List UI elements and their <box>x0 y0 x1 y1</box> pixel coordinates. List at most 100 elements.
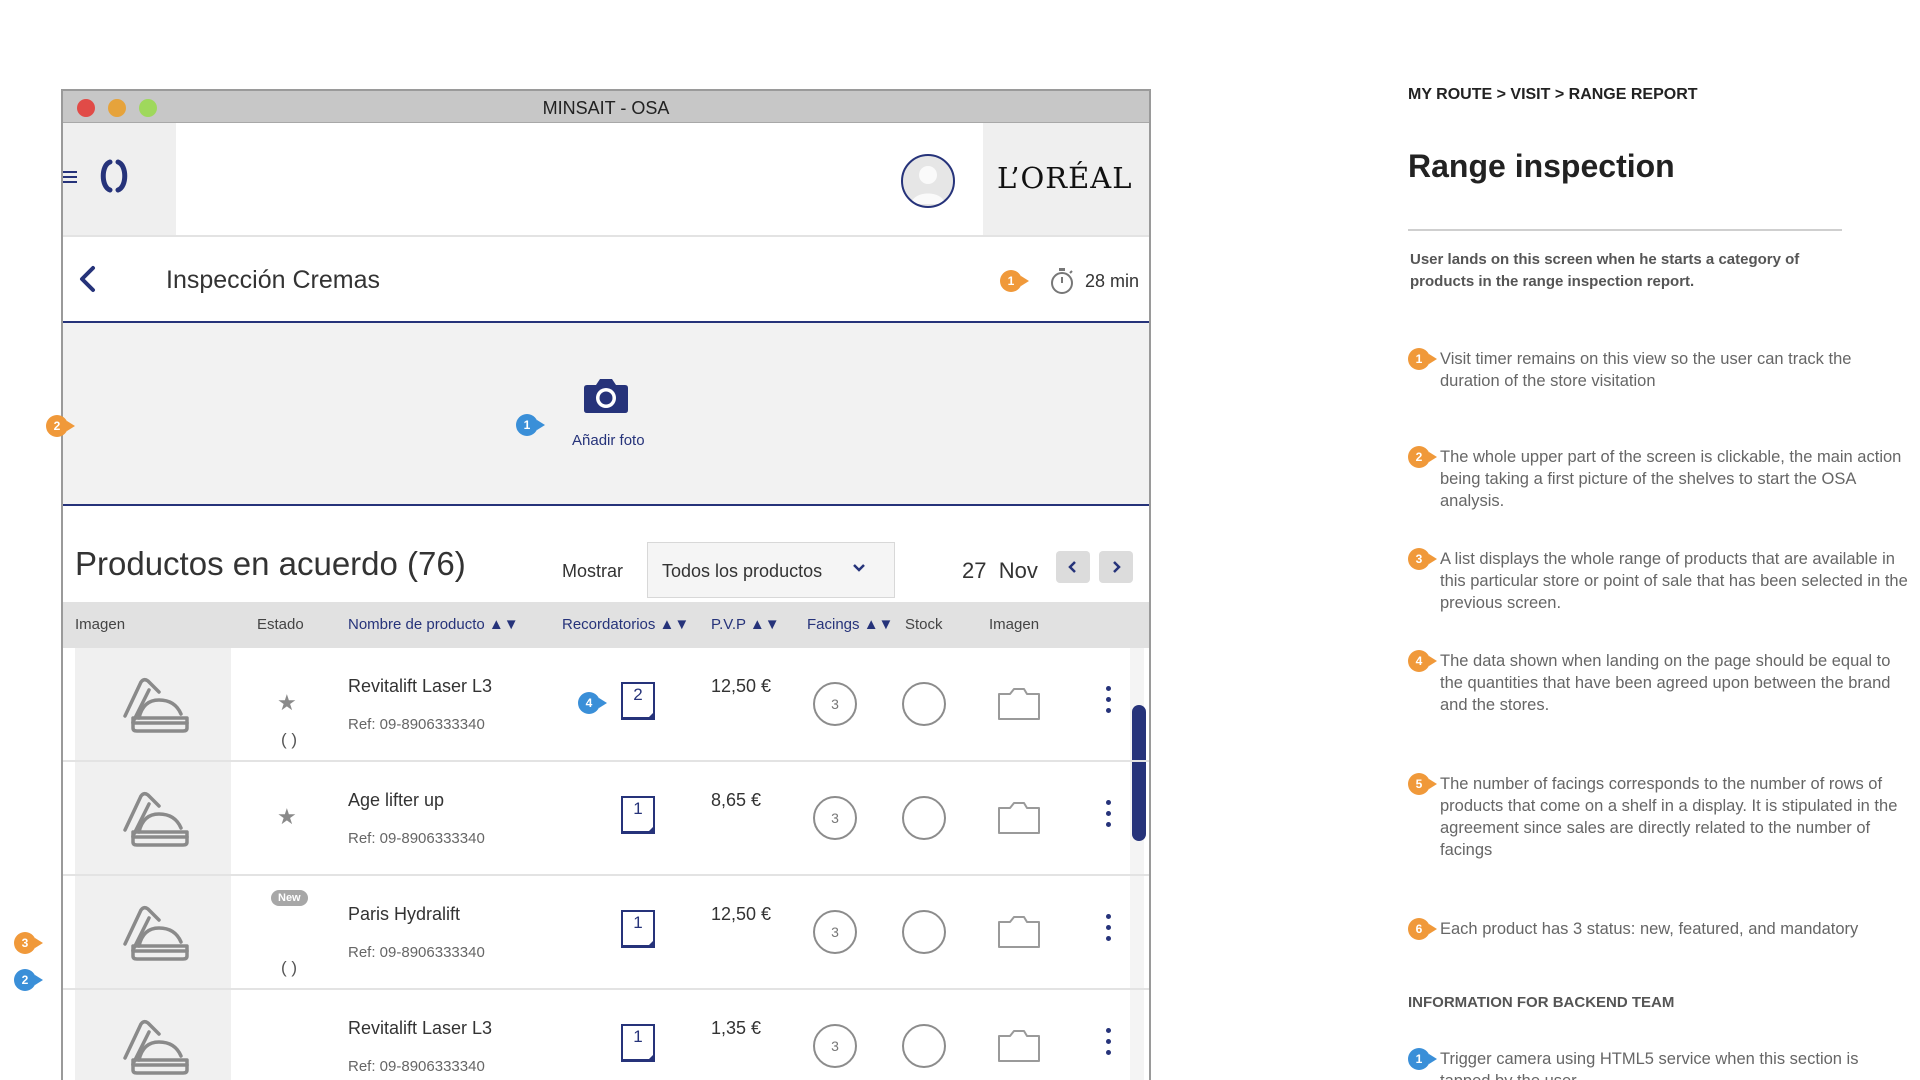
backend-note: 1 Trigger camera using HTML5 service whe… <box>1408 1048 1908 1080</box>
breadcrumb: MY ROUTE > VISIT > RANGE REPORT <box>1408 86 1698 103</box>
annotation-note: 5 The number of facings corresponds to t… <box>1408 773 1908 861</box>
window-title: MINSAIT - OSA <box>542 98 670 118</box>
product-ref: Ref: 09-8906333340 <box>348 1058 485 1075</box>
minsait-logo-icon <box>100 159 128 193</box>
folder-icon[interactable] <box>996 686 1042 722</box>
table-header: Imagen Estado Nombre de producto ▲▼ Reco… <box>63 602 1149 648</box>
column-reminders[interactable]: Recordatorios ▲▼ <box>562 616 689 633</box>
products-list-header: Productos en acuerdo (76) Mostrar Todos … <box>63 506 1149 602</box>
note-marker: 2 <box>1408 446 1437 468</box>
intro-text: User lands on this screen when he starts… <box>1410 251 1800 290</box>
reminder-count[interactable]: 1 <box>621 796 655 834</box>
note-text: The whole upper part of the screen is cl… <box>1440 448 1902 510</box>
brand-panel: L’ORÉAL <box>983 123 1149 235</box>
reminder-count[interactable]: 1 <box>621 1024 655 1062</box>
divider <box>1408 229 1842 231</box>
annotation-marker: 3 <box>14 932 43 954</box>
products-title: Productos en acuerdo (76) <box>75 545 466 582</box>
table-row[interactable]: New ( ) Paris Hydralift Ref: 09-89063333… <box>63 876 1149 990</box>
cream-jar-icon <box>123 791 189 847</box>
previous-date-button[interactable] <box>1056 551 1090 583</box>
table-row[interactable]: Revitalift Laser L3 Ref: 09-8906333340 1… <box>63 990 1149 1080</box>
product-price: 8,65 € <box>711 790 762 810</box>
product-image <box>75 762 231 874</box>
note-text: A list displays the whole range of produ… <box>1440 550 1908 612</box>
facings-count[interactable]: 3 <box>813 910 857 954</box>
annotation-note: 4 The data shown when landing on the pag… <box>1408 650 1908 716</box>
next-date-button[interactable] <box>1099 551 1133 583</box>
product-ref: Ref: 09-8906333340 <box>348 716 485 733</box>
annotation-marker: 2 <box>46 415 75 437</box>
column-price[interactable]: P.V.P ▲▼ <box>711 616 780 633</box>
date-day: 27 <box>962 558 987 583</box>
folder-icon[interactable] <box>996 1028 1042 1064</box>
cream-jar-icon <box>123 905 189 961</box>
annotation-marker: 2 <box>14 969 43 991</box>
app-window: MINSAIT - OSA L’ORÉAL Inspección Cremas … <box>61 89 1151 1080</box>
chevron-down-icon <box>853 564 865 572</box>
column-status: Estado <box>257 616 304 633</box>
window-titlebar: MINSAIT - OSA <box>63 91 1149 123</box>
date-month: Nov <box>998 558 1038 583</box>
product-price: 12,50 € <box>711 904 772 924</box>
product-image <box>75 648 231 760</box>
cream-jar-icon <box>123 677 189 733</box>
column-stock: Stock <box>905 616 943 633</box>
stopwatch-icon <box>1051 268 1073 294</box>
featured-star-icon: ★ <box>277 690 297 715</box>
table-row[interactable]: ★ Age lifter up Ref: 09-8906333340 1 8,6… <box>63 762 1149 876</box>
avatar[interactable] <box>901 154 955 208</box>
inspection-header: Inspección Cremas 1 28 min <box>63 237 1149 323</box>
stock-toggle[interactable] <box>902 796 946 840</box>
more-options-icon[interactable] <box>1102 1028 1114 1064</box>
add-photo-label[interactable]: Añadir foto <box>572 432 645 449</box>
annotation-marker: 4 <box>578 692 607 714</box>
facings-count[interactable]: 3 <box>813 682 857 726</box>
panel-title: Range inspection <box>1408 148 1675 184</box>
more-options-icon[interactable] <box>1102 800 1114 836</box>
status-mandatory: ( ) <box>281 730 298 749</box>
product-filter-select[interactable]: Todos los productos <box>647 542 895 598</box>
chevron-right-icon <box>1113 561 1121 573</box>
more-options-icon[interactable] <box>1102 914 1114 950</box>
annotation-marker: 1 <box>516 414 545 436</box>
stock-toggle[interactable] <box>902 910 946 954</box>
cream-jar-icon <box>123 1019 189 1075</box>
date-display: 27 Nov <box>962 558 1038 584</box>
more-options-icon[interactable] <box>1102 686 1114 722</box>
user-icon <box>911 166 945 204</box>
column-product-name[interactable]: Nombre de producto ▲▼ <box>348 616 519 633</box>
page-title: Inspección Cremas <box>166 266 380 294</box>
show-label: Mostrar <box>562 561 624 581</box>
note-marker: 6 <box>1408 918 1437 940</box>
annotation-note: 1 Visit timer remains on this view so th… <box>1408 348 1908 392</box>
stock-toggle[interactable] <box>902 682 946 726</box>
product-image <box>75 876 231 988</box>
note-marker: 1 <box>1408 348 1437 370</box>
add-photo-area[interactable]: 1 Añadir foto <box>63 323 1149 506</box>
column-image-2: Imagen <box>989 616 1040 633</box>
note-marker: 1 <box>1408 1048 1437 1070</box>
annotation-note: 3 A list displays the whole range of pro… <box>1408 548 1908 614</box>
folder-icon[interactable] <box>996 800 1042 836</box>
reminder-count[interactable]: 2 <box>621 682 655 720</box>
stock-toggle[interactable] <box>902 1024 946 1068</box>
column-facings[interactable]: Facings ▲▼ <box>807 616 893 633</box>
app-header: L’ORÉAL <box>63 123 1149 237</box>
facings-count[interactable]: 3 <box>813 1024 857 1068</box>
note-text: Trigger camera using HTML5 service when … <box>1440 1050 1859 1080</box>
facings-count[interactable]: 3 <box>813 796 857 840</box>
note-marker: 5 <box>1408 773 1437 795</box>
menu-icon[interactable] <box>63 171 77 185</box>
product-ref: Ref: 09-8906333340 <box>348 830 485 847</box>
camera-icon[interactable] <box>583 376 629 414</box>
brand-logo: L’ORÉAL <box>997 161 1133 195</box>
folder-icon[interactable] <box>996 914 1042 950</box>
products-table: ★ ( ) Revitalift Laser L3 Ref: 09-890633… <box>63 648 1149 1080</box>
annotation-note: 6 Each product has 3 status: new, featur… <box>1408 918 1908 940</box>
product-ref: Ref: 09-8906333340 <box>348 944 485 961</box>
reminder-count[interactable]: 1 <box>621 910 655 948</box>
back-arrow-icon[interactable] <box>75 264 101 294</box>
backend-section-title: INFORMATION FOR BACKEND TEAM <box>1408 994 1675 1011</box>
table-row[interactable]: ★ ( ) Revitalift Laser L3 Ref: 09-890633… <box>63 648 1149 762</box>
